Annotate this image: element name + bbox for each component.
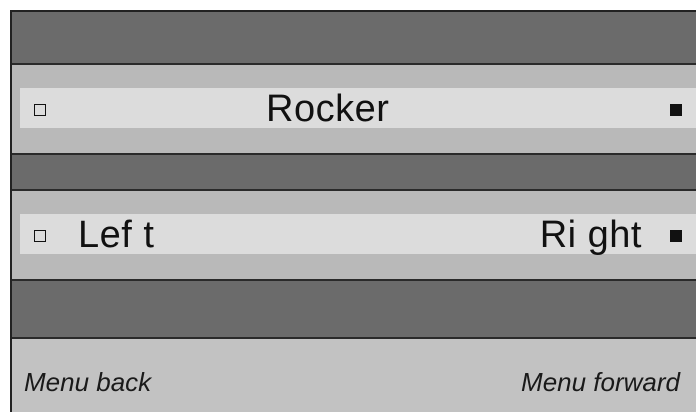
menu-forward-button[interactable]: Menu forward	[521, 367, 680, 398]
left-right-strip: Lef t Ri ght	[20, 214, 696, 256]
filled-square-icon	[670, 230, 682, 242]
right-label: Ri ght	[539, 214, 642, 256]
rocker-row[interactable]: Rocker	[12, 63, 696, 155]
empty-square-icon	[34, 230, 46, 242]
filled-square-icon	[670, 104, 682, 116]
rocker-strip: Rocker	[20, 88, 696, 130]
menu-back-button[interactable]: Menu back	[24, 367, 151, 398]
footer-bar: Menu back Menu forward	[12, 337, 696, 412]
rocker-label: Rocker	[266, 88, 390, 130]
left-label: Lef t	[78, 214, 155, 256]
device-screen: Rocker Lef t Ri ght Menu back Menu forwa…	[10, 10, 696, 412]
left-right-row[interactable]: Lef t Ri ght	[12, 189, 696, 281]
empty-square-icon	[34, 104, 46, 116]
